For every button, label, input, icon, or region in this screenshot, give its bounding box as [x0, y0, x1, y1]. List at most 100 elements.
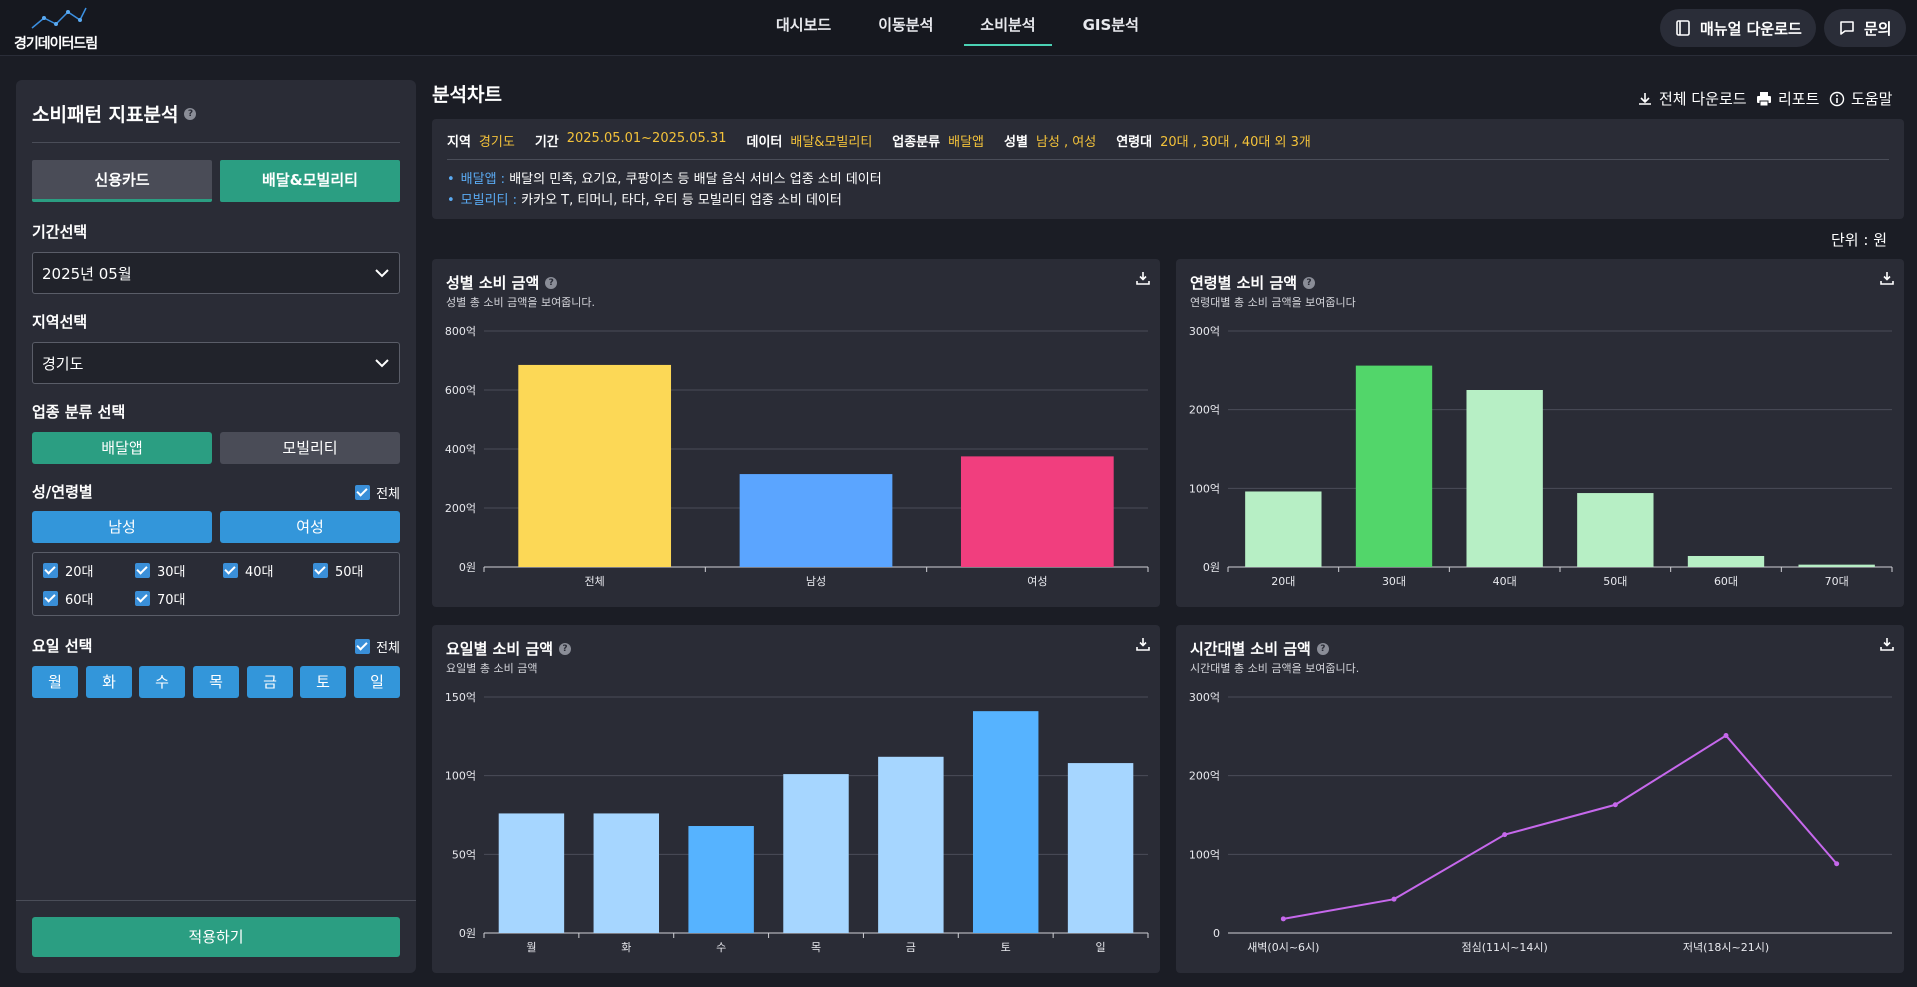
applied-filter-summary: 지역 경기도 기간 2025.05.01~2025.05.31 데이터 배달&모빌리티…: [432, 119, 1904, 219]
data-point: [1723, 733, 1729, 739]
info-icon: [1829, 91, 1845, 106]
period-select[interactable]: 2025년 05월: [32, 252, 400, 294]
bar: [1245, 491, 1322, 567]
day-thu-button[interactable]: 목: [193, 666, 239, 698]
x-tick-label: 30대: [1382, 575, 1406, 588]
age-40s-checkbox[interactable]: 40대: [223, 561, 274, 580]
day-wed-button[interactable]: 수: [139, 666, 185, 698]
divider: [16, 900, 416, 901]
divider: [32, 142, 400, 143]
industry-delivery-button[interactable]: 배달앱: [32, 432, 212, 464]
y-tick-label: 800억: [445, 325, 476, 338]
bar: [739, 474, 893, 567]
data-point: [1391, 896, 1397, 902]
help-icon[interactable]: ?: [184, 107, 197, 120]
day-tue-button[interactable]: 화: [86, 666, 132, 698]
nav-consumption-analysis[interactable]: 소비분석: [964, 0, 1052, 46]
checkbox-checked-icon: [355, 639, 371, 654]
gender-male-button[interactable]: 남성: [32, 511, 212, 543]
logo[interactable]: 경기데이터드림: [14, 6, 114, 52]
y-tick-label: 100억: [1189, 848, 1220, 861]
download-all-button[interactable]: 전체 다운로드: [1637, 88, 1747, 109]
y-tick-label: 100억: [445, 770, 476, 783]
region-select[interactable]: 경기도: [32, 342, 400, 384]
x-tick-label: 70대: [1825, 575, 1849, 588]
filter-key: 데이터: [746, 135, 783, 150]
age-label: 60대: [65, 593, 94, 608]
age-30s-checkbox[interactable]: 30대: [135, 561, 186, 580]
age-50s-checkbox[interactable]: 50대: [313, 561, 364, 580]
y-tick-label: 100억: [1189, 482, 1220, 495]
period-label: 기간선택: [32, 223, 88, 241]
x-tick-label: 목: [811, 941, 821, 954]
chevron-down-icon: [375, 359, 389, 368]
x-tick-label: 화: [621, 941, 631, 954]
manual-download-label: 매뉴얼 다운로드: [1700, 19, 1802, 38]
day-sun-button[interactable]: 일: [354, 666, 400, 698]
manual-download-button[interactable]: 매뉴얼 다운로드: [1660, 9, 1816, 47]
day-fri-button[interactable]: 금: [247, 666, 293, 698]
industry-mobility-button[interactable]: 모빌리티: [220, 432, 400, 464]
x-tick-label: 남성: [806, 575, 826, 588]
nav-movement-analysis[interactable]: 이동분석: [862, 0, 949, 46]
day-sat-button[interactable]: 토: [300, 666, 346, 698]
logo-graph-icon: [31, 7, 87, 29]
age-70s-checkbox[interactable]: 70대: [135, 589, 186, 608]
region-value: 경기도: [42, 354, 84, 373]
report-button[interactable]: 리포트: [1756, 88, 1819, 109]
filter-key: 업종분류: [892, 135, 941, 150]
period-value: 2025년 05월: [42, 264, 132, 283]
main-nav: 대시보드 이동분석 소비분석 GIS분석: [760, 0, 1170, 56]
y-tick-label: 400억: [445, 443, 476, 456]
download-all-label: 전체 다운로드: [1659, 90, 1747, 108]
x-tick-label: 수: [716, 941, 726, 954]
sidebar-title: 소비패턴 지표분석 ?: [32, 100, 197, 127]
gender-female-button[interactable]: 여성: [220, 511, 400, 543]
filter-row: 지역 경기도 기간 2025.05.01~2025.05.31 데이터 배달&모빌리티…: [447, 131, 1331, 150]
tab-delivery-mobility[interactable]: 배달&모빌리티: [220, 160, 400, 202]
x-tick-label: 토: [1001, 941, 1011, 954]
day-label: 요일 선택: [32, 637, 93, 655]
y-tick-label: 200억: [1189, 770, 1220, 783]
note-delivery: • 배달앱 : 배달의 민족, 요기요, 쿠팡이츠 등 배달 음식 서비스 업종 …: [447, 172, 882, 187]
bar: [972, 711, 1039, 933]
page-title: 분석차트: [432, 84, 502, 106]
age-20s-checkbox[interactable]: 20대: [43, 561, 94, 580]
weekday-spending-chart: 요일별 소비 금액? 요일별 총 소비 금액 0원 50억 100억 150억 월 화 수 목…: [432, 625, 1160, 973]
industry-label: 업종 분류 선택: [32, 403, 126, 421]
age-60s-checkbox[interactable]: 60대: [43, 589, 94, 608]
data-point: [1834, 861, 1840, 867]
tab-credit-card[interactable]: 신용카드: [32, 160, 212, 202]
unit-label: 단위 : 원: [1831, 231, 1887, 249]
checkbox-checked-icon: [355, 485, 371, 500]
age-label: 50대: [335, 565, 364, 580]
divider: [447, 159, 1889, 160]
filter-key: 기간: [534, 135, 559, 150]
age-label: 20대: [65, 565, 94, 580]
data-point: [1502, 832, 1508, 838]
all-label: 전체: [376, 641, 400, 656]
day-mon-button[interactable]: 월: [32, 666, 78, 698]
note-text: 카카오 T, 티머니, 타다, 우티 등 모빌리티 업종 소비 데이터: [521, 193, 842, 208]
chevron-down-icon: [375, 269, 389, 278]
y-tick-label: 0: [1213, 927, 1220, 940]
y-tick-label: 200억: [445, 502, 476, 515]
checkbox-checked-icon: [43, 563, 58, 578]
age-label: 70대: [157, 593, 186, 608]
data-point: [1280, 916, 1286, 922]
x-tick-label: 일: [1096, 940, 1106, 954]
nav-dashboard[interactable]: 대시보드: [760, 0, 847, 46]
help-button[interactable]: 도움말: [1829, 88, 1892, 109]
gender-spending-chart: 성별 소비 금액? 성별 총 소비 금액을 보여줍니다. 0원 200억 400억 6…: [432, 259, 1160, 607]
checkbox-checked-icon: [43, 591, 58, 606]
nav-gis-analysis[interactable]: GIS분석: [1067, 0, 1155, 46]
gender-age-all-checkbox[interactable]: 전체: [355, 483, 400, 502]
apply-button[interactable]: 적용하기: [32, 917, 400, 957]
filter-sidebar: 소비패턴 지표분석 ? 신용카드 배달&모빌리티 기간선택 2025년 05월 …: [16, 80, 416, 973]
printer-icon: [1757, 91, 1771, 106]
chart-plot: 0 100억 200억 300억새벽(0시~6시) 점심(11시~14시) 저녁(18시~…: [1189, 691, 1892, 954]
day-all-checkbox[interactable]: 전체: [355, 637, 400, 656]
note-key: 모빌리티 :: [460, 193, 518, 208]
inquiry-button[interactable]: 문의: [1824, 9, 1906, 47]
y-tick-label: 0원: [459, 927, 476, 940]
